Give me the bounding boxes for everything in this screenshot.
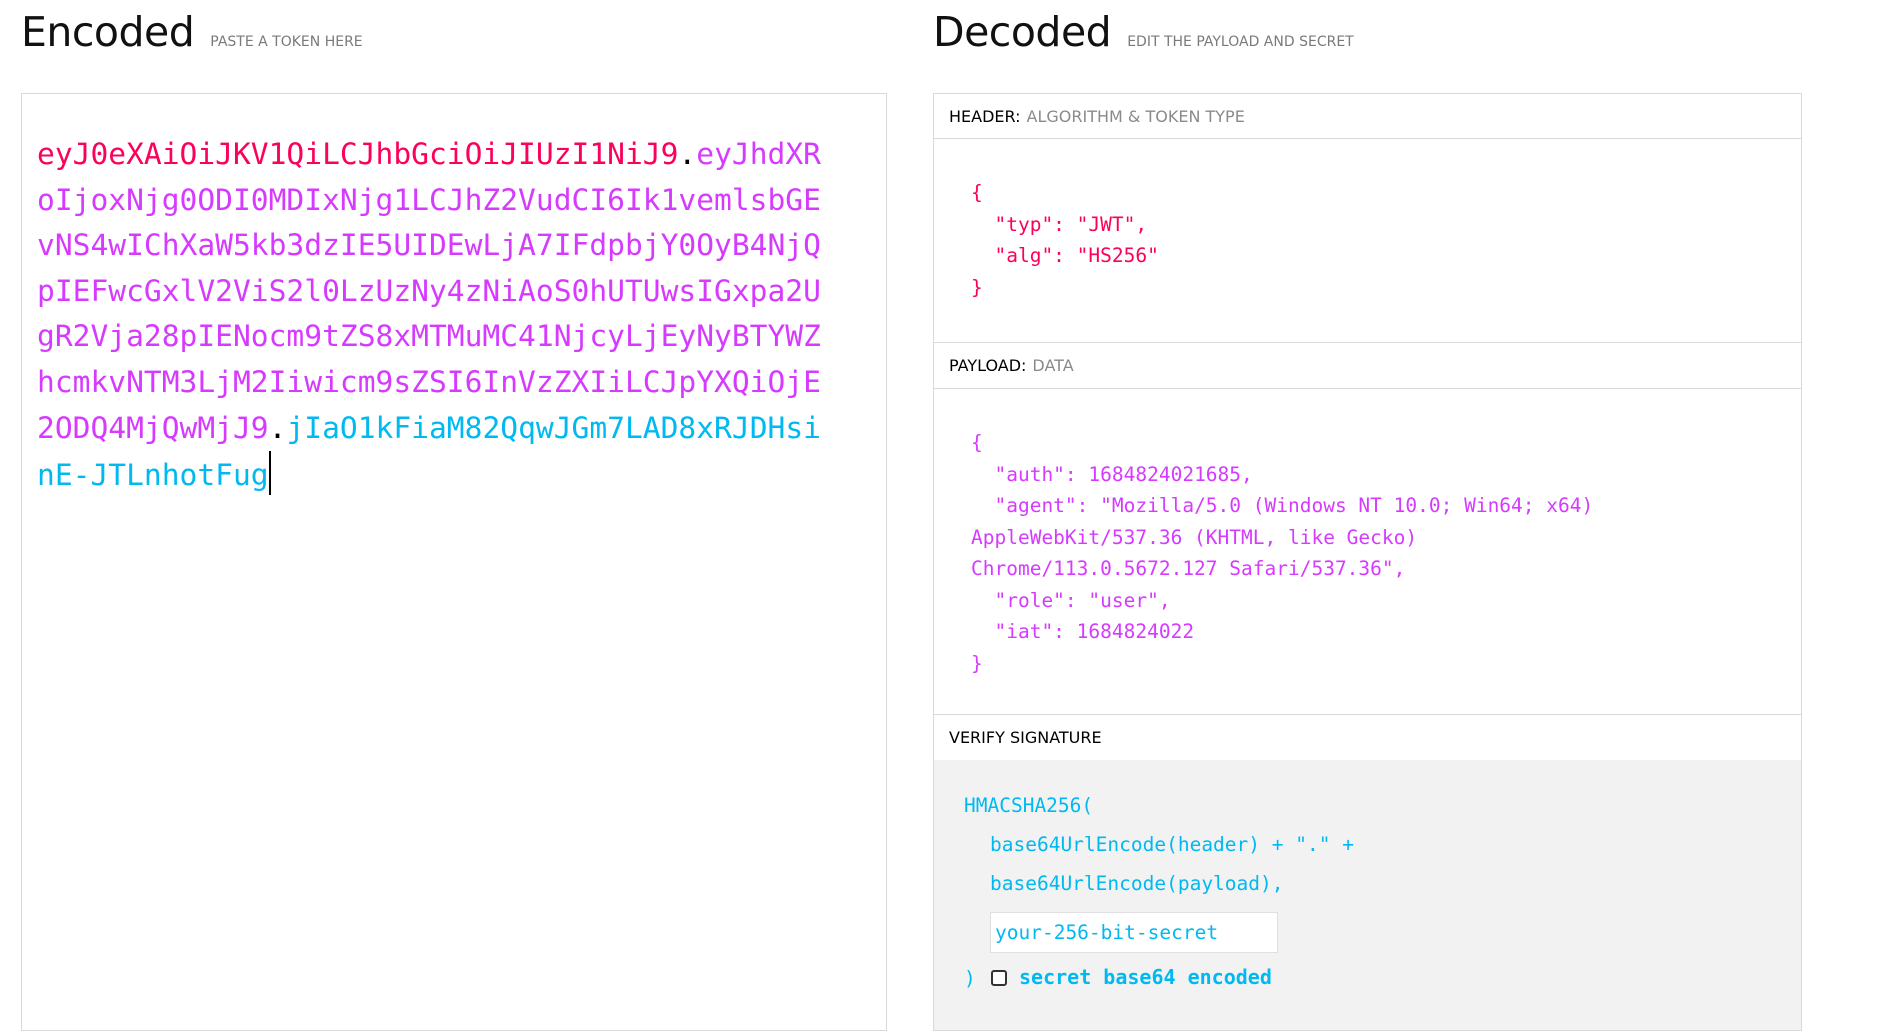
header-label: HEADER: (949, 107, 1021, 126)
decoded-title: Decoded (933, 8, 1112, 56)
decoded-box: HEADER: ALGORITHM & TOKEN TYPE { "typ": "… (933, 93, 1802, 1031)
token-dot: . (268, 410, 287, 445)
hmac-header-line: base64UrlEncode(header) + "." + (990, 833, 1354, 856)
payload-label: PAYLOAD: (949, 356, 1027, 375)
hmac-close-paren: ) (964, 967, 976, 990)
payload-json-editor[interactable]: { "auth": 1684824021685, "agent": "Mozil… (971, 427, 1771, 679)
encoded-title: Encoded (21, 8, 195, 56)
token-dot: . (678, 137, 697, 171)
hmac-function-line: HMACSHA256( (964, 794, 1094, 817)
token-text[interactable]: eyJ0eXAiOiJKV1QiLCJhbGciOiJIUzI1NiJ9.eyJ… (37, 132, 827, 499)
text-caret (268, 451, 271, 496)
payload-sublabel: DATA (1032, 356, 1074, 375)
base64-checkbox[interactable] (991, 970, 1007, 986)
payload-section-title: PAYLOAD: DATA (934, 342, 1801, 389)
decoded-heading: Decoded EDIT THE PAYLOAD AND SECRET (933, 8, 1354, 56)
header-sublabel: ALGORITHM & TOKEN TYPE (1026, 107, 1245, 126)
header-section-title: HEADER: ALGORITHM & TOKEN TYPE (934, 94, 1801, 139)
secret-input[interactable] (990, 912, 1278, 953)
token-payload-part: eyJhdXRoIjoxNjg0ODI0MDIxNjg1LCJhZ2VudCI6… (37, 137, 821, 445)
decoded-hint: EDIT THE PAYLOAD AND SECRET (1127, 34, 1354, 50)
header-json-editor[interactable]: { "typ": "JWT", "alg": "HS256" } (971, 177, 1771, 303)
verify-section-title: VERIFY SIGNATURE (934, 714, 1801, 761)
encoded-heading: Encoded PASTE A TOKEN HERE (21, 8, 363, 56)
hmac-payload-line: base64UrlEncode(payload), (990, 872, 1284, 895)
base64-checkbox-label[interactable]: secret base64 encoded (1019, 965, 1272, 989)
verify-label: VERIFY SIGNATURE (949, 728, 1102, 747)
token-header-part: eyJ0eXAiOiJKV1QiLCJhbGciOiJIUzI1NiJ9 (37, 137, 679, 171)
encoded-hint: PASTE A TOKEN HERE (210, 34, 363, 50)
